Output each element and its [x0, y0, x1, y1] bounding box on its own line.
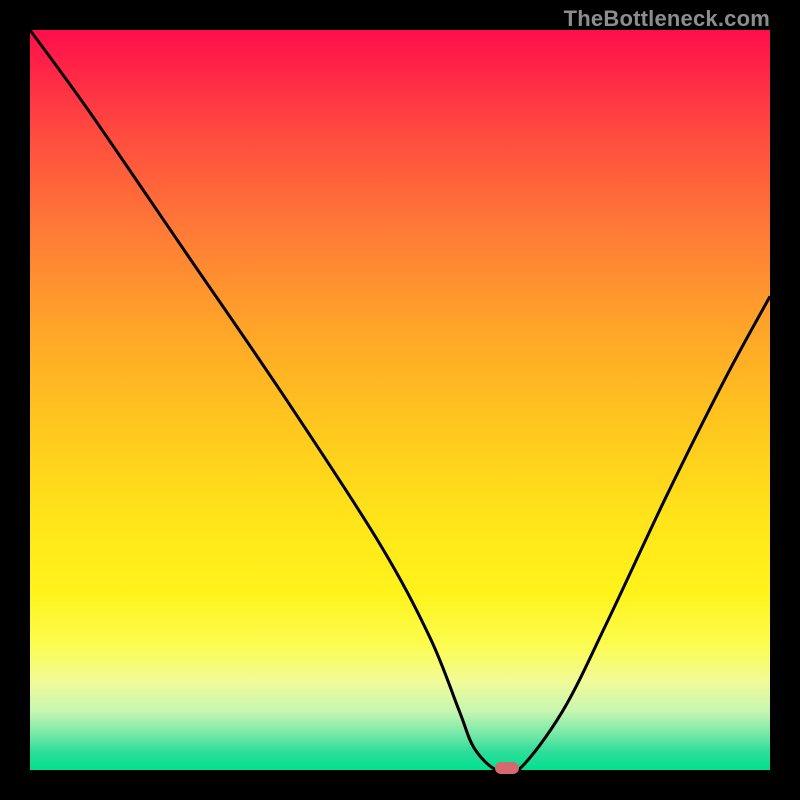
- chart-frame: TheBottleneck.com: [0, 0, 800, 800]
- minimum-marker: [495, 762, 519, 774]
- plot-area: [30, 30, 770, 770]
- bottleneck-curve: [30, 30, 770, 770]
- watermark-text: TheBottleneck.com: [564, 6, 770, 32]
